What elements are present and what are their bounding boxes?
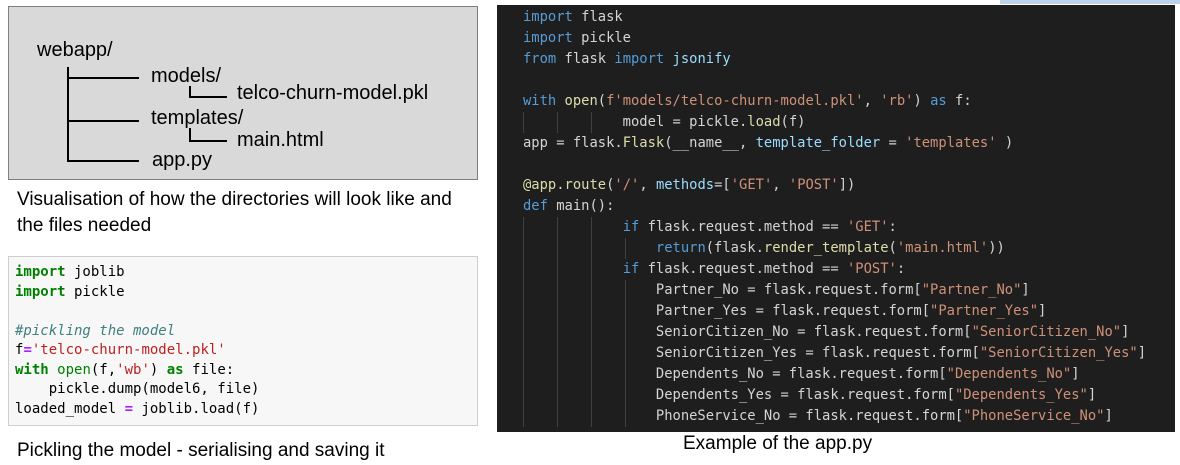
notebook-code-line: f='telco-churn-model.pkl' xyxy=(15,342,226,358)
indent-guide xyxy=(557,217,558,427)
tree-branch-app xyxy=(67,160,139,162)
notebook-code-line: #pickling the model xyxy=(15,322,176,339)
notebook-code-line xyxy=(15,302,259,322)
indent-guide xyxy=(625,238,626,259)
indent-guide xyxy=(557,112,558,133)
editor-code-line: import pickle xyxy=(523,30,631,46)
notebook-code-line: loaded_model = joblib.load(f) xyxy=(15,400,260,417)
editor-code-line: with open(f'models/telco-churn-model.pkl… xyxy=(523,93,972,109)
tree-folder-templates: templates/ xyxy=(151,107,244,129)
editor-code-line: Partner_No = flask.request.form["Partner… xyxy=(523,282,1030,298)
editor-code-line: if flask.request.method == 'GET': xyxy=(622,219,897,235)
editor-code-line: app = flask.Flask(__name__, template_fol… xyxy=(523,135,1014,151)
editor-code-line: if flask.request.method == 'POST': xyxy=(622,261,906,277)
notebook-code: import joblib import pickle #pickling the… xyxy=(15,263,259,419)
editor-code-line: @app.route('/', methods=['GET', 'POST']) xyxy=(523,177,856,193)
tree-root-webapp: webapp/ xyxy=(37,39,113,61)
tree-file-model-pkl: telco-churn-model.pkl xyxy=(237,82,429,104)
tree-trunk-line xyxy=(67,67,69,161)
tree-file-app-py: app.py xyxy=(152,149,213,171)
notebook-code-line: import joblib xyxy=(15,264,125,280)
editor-code-line: Partner_Yes = flask.request.form["Partne… xyxy=(523,303,1047,319)
indent-guide xyxy=(625,280,626,427)
notebook-caption: Pickling the model - serialising and sav… xyxy=(17,440,385,461)
tree-caption: Visualisation of how the directories wil… xyxy=(17,189,452,236)
notebook-code-cell: import joblib import pickle #pickling the… xyxy=(8,256,478,426)
editor-code-line: Dependents_Yes = flask.request.form["Dep… xyxy=(523,387,1097,403)
editor-code-line: import flask xyxy=(523,9,623,25)
code-editor-panel: import flask import pickle from flask impo… xyxy=(497,5,1175,432)
indent-guide xyxy=(523,112,524,133)
editor-code-line: PhoneService_No = flask.request.form["Ph… xyxy=(523,408,1113,424)
indent-guide xyxy=(523,217,524,427)
directory-tree-panel: webapp/ models/ telco-churn-model.pkl te… xyxy=(8,6,478,180)
tree-file-main-html: main.html xyxy=(237,129,324,151)
tree-branch-models xyxy=(67,77,139,79)
tree-sub-line-templates xyxy=(189,128,191,140)
editor-caption: Example of the app.py xyxy=(683,433,873,454)
tree-sub-branch-main-html xyxy=(189,140,227,142)
editor-code-line: return(flask.render_template('main.html'… xyxy=(655,240,1005,256)
tree-sub-branch-model-file xyxy=(189,96,227,98)
editor-code-line: def main(): xyxy=(523,198,615,214)
editor-code-line: Dependents_No = flask.request.form["Depe… xyxy=(523,366,1080,382)
notebook-code-line: with open(f,'wb') as file: xyxy=(15,361,235,378)
tree-branch-templates xyxy=(67,120,139,122)
editor-code-line: SeniorCitizen_Yes = flask.request.form["… xyxy=(523,345,1146,361)
editor-code-line: model = pickle.load(f) xyxy=(523,114,806,130)
notebook-code-line: import pickle xyxy=(15,283,125,300)
indent-guide xyxy=(591,112,592,133)
tree-folder-models: models/ xyxy=(151,65,222,87)
editor-code-line: from flask import jsonify xyxy=(523,51,731,67)
indent-guide xyxy=(591,217,592,427)
editor-code-line: SeniorCitizen_No = flask.request.form["S… xyxy=(523,324,1130,340)
notebook-code-line: pickle.dump(model6, file) xyxy=(15,381,260,397)
decorative-banner-strip xyxy=(1000,0,1180,4)
